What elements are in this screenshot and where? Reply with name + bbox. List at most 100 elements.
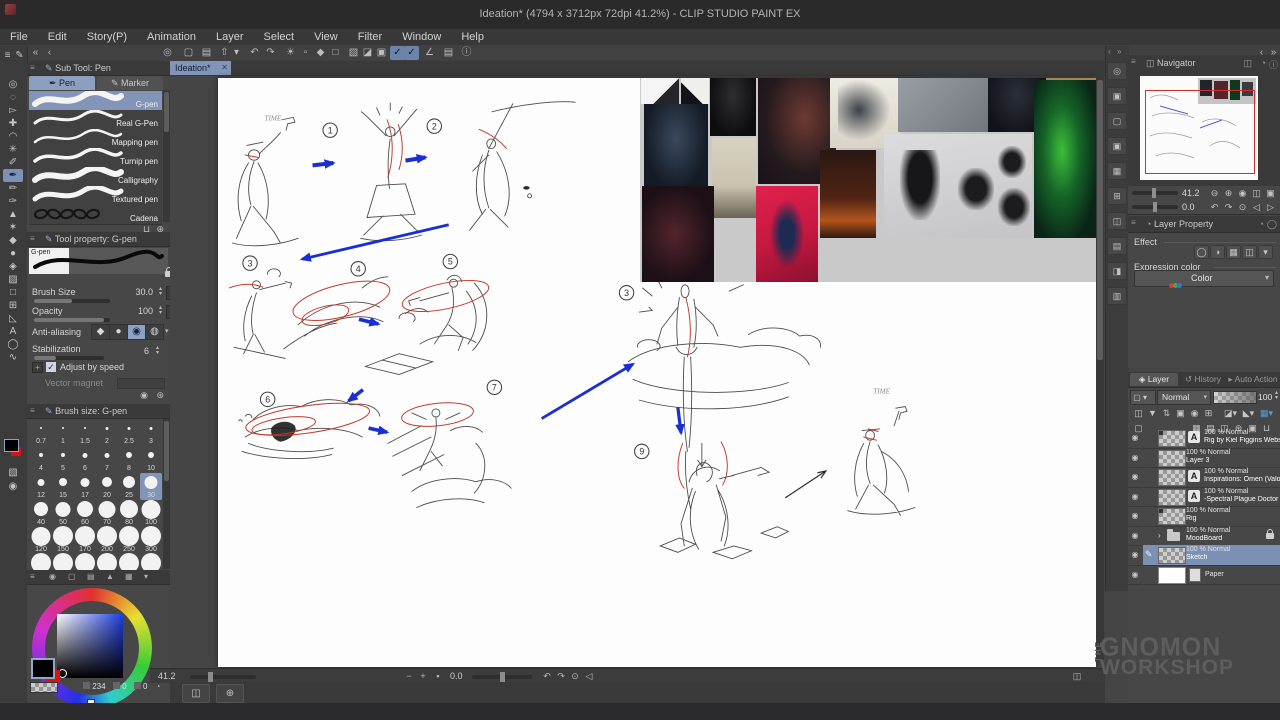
document-tab[interactable]: Ideation* ✕ xyxy=(170,61,231,75)
brush-size-120[interactable]: 120 xyxy=(30,527,52,554)
zoom-fit-icon[interactable]: ▪ xyxy=(431,671,445,682)
keep-alpha-icon[interactable]: ▼ xyxy=(1146,407,1159,419)
brush-size-17[interactable]: 17 xyxy=(74,473,96,500)
snap-grid-icon[interactable]: ∠ xyxy=(422,46,437,60)
brush-size-25[interactable]: 25 xyxy=(118,473,140,500)
nav-rotation-slider[interactable] xyxy=(1132,205,1178,209)
sv-square[interactable] xyxy=(57,614,123,678)
brush-size-40[interactable]: 40 xyxy=(30,500,52,527)
brush-preview[interactable]: G-pen xyxy=(29,248,168,274)
selection-border-icon[interactable]: ▣ xyxy=(374,46,389,60)
brush-size-70[interactable]: 70 xyxy=(96,500,118,527)
snap-ruler-icon[interactable]: ✓ xyxy=(390,46,405,60)
fill-icon[interactable]: ▫ xyxy=(298,46,313,60)
brush-mapping-pen[interactable]: Mapping pen xyxy=(29,129,162,149)
rotate-canvas-tool[interactable]: ◌ xyxy=(3,91,23,104)
brush-size-3[interactable]: 3 xyxy=(140,419,162,446)
flip-icon[interactable]: ◁ xyxy=(582,671,596,682)
mask-caret-icon[interactable]: ◪▾ xyxy=(1224,407,1237,419)
layer-visibility-icon[interactable]: ◉ xyxy=(1128,526,1142,547)
layer-visibility-icon[interactable]: ◉ xyxy=(1128,506,1142,527)
export-caret-icon[interactable]: ▾ xyxy=(229,46,244,60)
gradient-tool[interactable]: ▨ xyxy=(3,273,23,286)
nav-zoom-out-icon[interactable]: ⊖ xyxy=(1208,187,1221,199)
operation-tool[interactable]: ▻ xyxy=(3,104,23,117)
effect-tone-icon[interactable]: ◑ xyxy=(1210,245,1225,259)
brush-cadena[interactable]: Cadena xyxy=(29,205,162,225)
palette-color-icon[interactable]: ▦▾ xyxy=(1260,407,1273,419)
menu-filter[interactable]: Filter xyxy=(348,29,392,45)
clip-studio-icon[interactable]: ◎ xyxy=(160,46,175,60)
brush-size-0.7[interactable]: 0.7 xyxy=(30,419,52,446)
aa-medium-icon[interactable]: ◉ xyxy=(127,324,146,340)
screen-settings-button[interactable]: ⊕ xyxy=(216,684,244,703)
material-grid-icon[interactable]: ▦ xyxy=(1107,162,1127,180)
effect-layer-color-icon[interactable]: ◫ xyxy=(1242,245,1257,259)
line-correct-tool[interactable]: ∿ xyxy=(3,351,23,364)
brush-size-170[interactable]: 170 xyxy=(74,527,96,554)
menu-layer[interactable]: Layer xyxy=(206,29,254,45)
layer-row-rig-by-kiel-figgins-website-ht[interactable]: A100 % NormalRig by Kiel Figgins Website… xyxy=(1143,428,1280,449)
layer-visibility-icon[interactable]: ◉ xyxy=(1128,448,1142,469)
brush-size-100[interactable]: 100 xyxy=(140,500,162,527)
material-icon[interactable]: ▧ xyxy=(3,466,23,479)
color-history-icon[interactable]: ◔ xyxy=(156,682,161,691)
brush-g-pen[interactable]: G-pen xyxy=(29,91,162,111)
nav-flip-v-icon[interactable]: ▷ xyxy=(1264,201,1277,213)
transform-icon[interactable]: □ xyxy=(328,46,343,60)
expand-bar-icon[interactable]: ◫ xyxy=(1070,671,1084,682)
brush-size-2[interactable]: 2 xyxy=(96,419,118,446)
layer-row-moodboard[interactable]: ›100 % NormalMoodBoard xyxy=(1143,526,1280,547)
brush-size-60[interactable]: 60 xyxy=(74,500,96,527)
tab-layer[interactable]: ◈ Layer xyxy=(1130,373,1178,386)
nav-zoom-slider[interactable] xyxy=(1132,191,1178,195)
collapse-panel-icon[interactable]: « xyxy=(28,46,43,60)
brush-size-1.5[interactable]: 1.5 xyxy=(74,419,96,446)
decoration-tool[interactable]: ✶ xyxy=(3,221,23,234)
layer-visibility-icon[interactable]: ◉ xyxy=(1128,565,1142,586)
nav-flip-h-icon[interactable]: ◁ xyxy=(1250,201,1263,213)
menu-edit[interactable]: Edit xyxy=(38,29,77,45)
fill-tool[interactable]: ◈ xyxy=(3,260,23,273)
strip-expand-icon[interactable]: » xyxy=(1117,47,1121,56)
layer-row-rig[interactable]: 100 % NormalRig xyxy=(1143,506,1280,527)
zoom-tool[interactable]: ◎ xyxy=(3,78,23,91)
opacity-value[interactable]: 100 xyxy=(127,306,153,316)
zoom-in-icon[interactable]: + xyxy=(416,671,430,682)
navigator-viewport[interactable] xyxy=(1128,71,1280,186)
rotate-right-icon[interactable]: ↷ xyxy=(554,671,568,682)
nav-rotate-right-icon[interactable]: ↷ xyxy=(1222,201,1235,213)
item-bank-tab-icon[interactable]: ◔ xyxy=(1261,58,1266,68)
brush-size-2.5[interactable]: 2.5 xyxy=(118,419,140,446)
blend-mode-dropdown[interactable]: Normal▾ xyxy=(1157,390,1211,405)
tab-auto-action[interactable]: ▸ Auto Action xyxy=(1228,373,1278,386)
brush-turnip-pen[interactable]: Turnip pen xyxy=(29,148,162,168)
lp-tab2-icon[interactable]: ◔ xyxy=(1259,219,1264,229)
eyedropper-tool[interactable]: ✐ xyxy=(3,156,23,169)
brush-size-10[interactable]: 10 xyxy=(140,446,162,473)
brush-size-1[interactable]: 1 xyxy=(52,419,74,446)
redo-icon[interactable]: ↷ xyxy=(263,46,278,60)
menu-help[interactable]: Help xyxy=(451,29,494,45)
brush-size-200[interactable]: 200 xyxy=(96,527,118,554)
tool-color-chips[interactable] xyxy=(3,438,25,460)
brush-size-20[interactable]: 20 xyxy=(96,473,118,500)
eraser-tool[interactable]: ◆ xyxy=(3,234,23,247)
layer-row-spectral-plague-doctor-has-w[interactable]: A100 % Normal-Spectral Plague Doctor -Ha… xyxy=(1143,487,1280,508)
close-tab-icon[interactable]: ✕ xyxy=(221,61,228,75)
stabilization-value[interactable]: 6 xyxy=(131,346,149,356)
undo-icon[interactable]: ↶ xyxy=(247,46,262,60)
lp-tab3-icon[interactable]: ◯ xyxy=(1267,219,1277,230)
selection-tool[interactable]: ◠ xyxy=(3,130,23,143)
strip-back-icon[interactable]: ‹ xyxy=(1108,47,1111,56)
clip-below-icon[interactable]: ◫ xyxy=(1132,407,1145,419)
expression-color-dropdown[interactable]: Color ▾ xyxy=(1134,270,1274,287)
menu-animation[interactable]: Animation xyxy=(137,29,206,45)
rotate-left-icon[interactable]: ↶ xyxy=(540,671,554,682)
layer-opacity-stepper[interactable]: ▴▾ xyxy=(1272,391,1280,401)
tool-menu-icon[interactable]: ≡ xyxy=(2,49,13,62)
brush-size-value[interactable]: 30.0 xyxy=(127,287,153,297)
zoom-out-icon[interactable]: − xyxy=(402,671,416,682)
layer-visibility-icon[interactable]: ◉ xyxy=(1128,487,1142,508)
status-zoom-slider[interactable] xyxy=(190,675,256,679)
